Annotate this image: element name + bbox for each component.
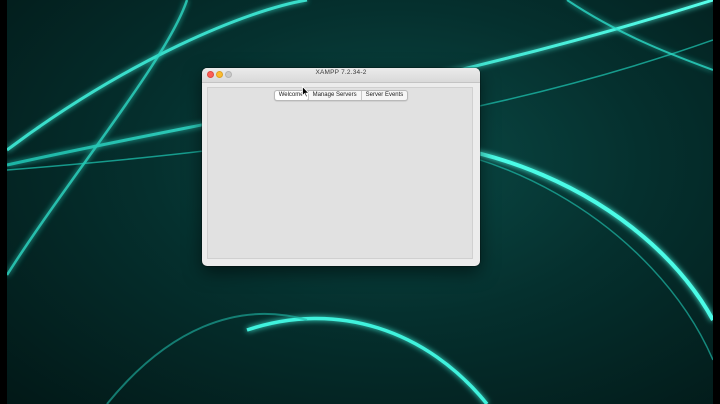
tab-server-events[interactable]: Server Events — [360, 91, 408, 100]
tab-content-panel — [207, 87, 473, 259]
segmented-tabs: Welcome Manage Servers Server Events — [273, 90, 409, 101]
window-titlebar[interactable]: XAMPP 7.2.34-2 — [202, 68, 480, 83]
desktop-screen: XAMPP 7.2.34-2 Welcome Manage Servers Se… — [0, 0, 720, 404]
letterbox-right — [713, 0, 720, 404]
letterbox-left — [0, 0, 7, 404]
tab-bar: Welcome Manage Servers Server Events — [202, 83, 480, 101]
window-title: XAMPP 7.2.34-2 — [315, 69, 367, 76]
tab-manage-servers[interactable]: Manage Servers — [307, 91, 361, 100]
mouse-pointer-icon — [302, 86, 310, 98]
xampp-window[interactable]: XAMPP 7.2.34-2 Welcome Manage Servers Se… — [202, 68, 480, 266]
